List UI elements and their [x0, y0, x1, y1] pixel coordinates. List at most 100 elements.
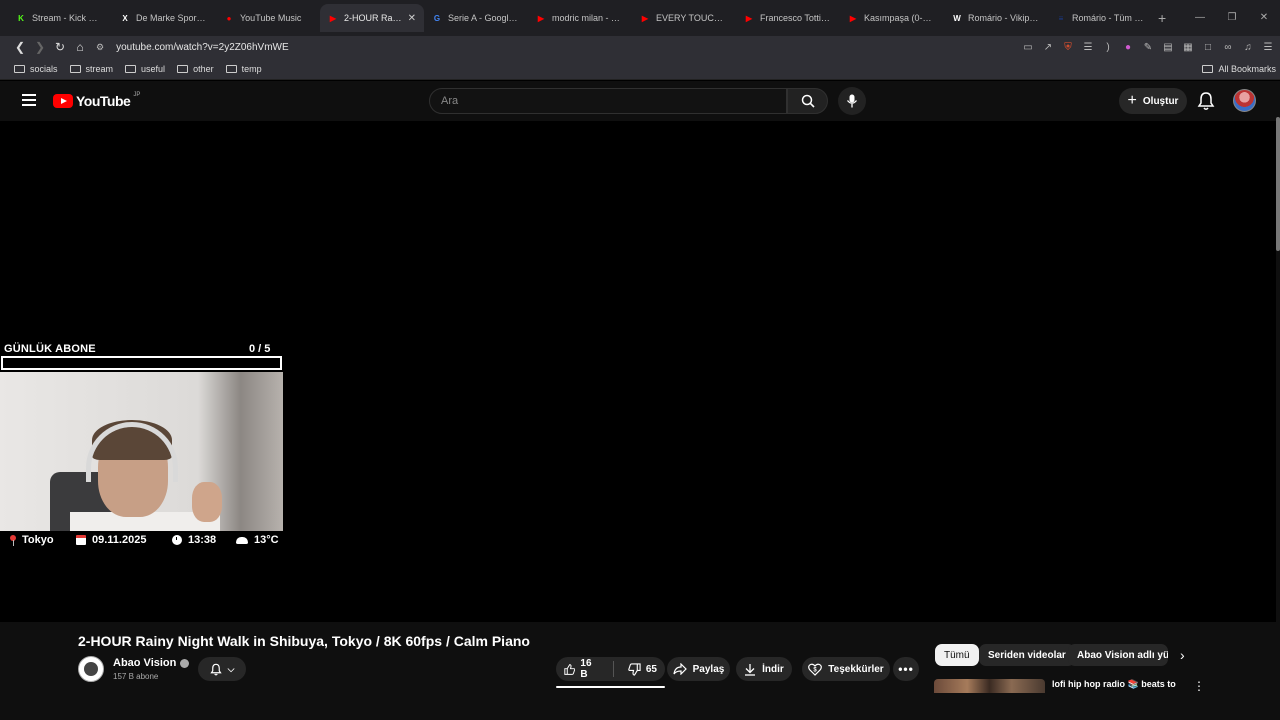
- rewards-icon[interactable]: ●: [1122, 42, 1134, 53]
- browser-tab[interactable]: ▶ 2-HOUR Rainy ✕: [320, 4, 424, 32]
- download-icon: [745, 663, 756, 676]
- browser-tab[interactable]: ▶ modric milan - YouT: [528, 4, 632, 32]
- tab-title: Romário - Vikipedi: [968, 13, 1040, 23]
- folder-icon: [69, 64, 81, 73]
- tab-title: YouTube Music: [240, 13, 302, 23]
- minimize-button[interactable]: —: [1184, 0, 1216, 36]
- recommendation-thumbnail[interactable]: [934, 679, 1045, 693]
- all-bookmarks-button[interactable]: All Bookmarks: [1202, 64, 1276, 74]
- bookmark-folder[interactable]: stream: [69, 64, 113, 74]
- media-icon[interactable]: ♫: [1242, 42, 1254, 53]
- account-avatar[interactable]: [1233, 89, 1256, 112]
- download-button[interactable]: İndir: [736, 657, 792, 681]
- search-button[interactable]: [787, 88, 828, 114]
- chip-channel-uploads[interactable]: Abao Vision adlı yükle: [1068, 644, 1168, 666]
- time-item: 13:38: [172, 534, 236, 546]
- dislike-count: 65: [645, 663, 657, 675]
- reader-icon[interactable]: ☰: [1082, 42, 1094, 53]
- verified-icon: [180, 658, 190, 668]
- bookmark-folder[interactable]: socials: [14, 64, 58, 74]
- url-field[interactable]: youtube.com/watch?v=2y2Z06hVmWE: [116, 42, 289, 53]
- time-text: 13:38: [188, 534, 217, 546]
- daily-subscribers-label: GÜNLÜK ABONE: [4, 343, 96, 355]
- channel-name-link[interactable]: Abao Vision: [113, 657, 190, 669]
- thanks-label: Teşekkürler: [828, 663, 884, 675]
- create-button[interactable]: + Oluştur: [1119, 88, 1187, 114]
- site-icon: ≡: [1058, 13, 1064, 23]
- tab-title: De Marke Sports (@: [136, 13, 208, 23]
- browser-tab[interactable]: K Stream - Kick Dashb: [8, 4, 112, 32]
- forward-icon[interactable]: ❯: [30, 40, 50, 54]
- screenshot-icon[interactable]: □: [1202, 42, 1214, 53]
- bookmark-folder[interactable]: temp: [225, 63, 262, 74]
- browser-tab[interactable]: ● YouTube Music: [216, 4, 320, 32]
- guide-menu-icon[interactable]: [22, 94, 36, 106]
- logo-text: YouTube: [76, 93, 131, 109]
- notifications-icon[interactable]: [1197, 91, 1215, 111]
- close-window-button[interactable]: ✕: [1248, 0, 1280, 36]
- bookmark-folder[interactable]: useful: [125, 64, 165, 74]
- tab-title: Romário - Tüm perf: [1072, 13, 1144, 23]
- extensions-icon[interactable]: ✎: [1142, 42, 1154, 53]
- audio-icon[interactable]: ): [1102, 42, 1114, 53]
- link-icon[interactable]: ∞: [1222, 42, 1234, 53]
- menu-icon[interactable]: ☰: [1262, 42, 1274, 53]
- subscription-bell-button[interactable]: ⌵: [198, 657, 246, 681]
- plus-icon: +: [1127, 92, 1137, 109]
- folder-icon: [125, 64, 137, 73]
- tab-title: modric milan - YouT: [552, 13, 624, 23]
- cast-icon[interactable]: ▭: [1022, 42, 1034, 53]
- location-pin-icon: [10, 534, 16, 546]
- cloud-icon: [236, 536, 248, 544]
- calendar-icon: [76, 535, 86, 545]
- more-horizontal-icon: •••: [898, 662, 914, 676]
- sidebar-icon[interactable]: ▤: [1162, 42, 1174, 53]
- webcam-overlay: [0, 372, 283, 531]
- browser-tab[interactable]: ≡ Romário - Tüm perf: [1048, 4, 1152, 32]
- scrollbar-thumb[interactable]: [1276, 117, 1280, 251]
- more-actions-button[interactable]: •••: [893, 657, 919, 681]
- brave-shield-icon[interactable]: ⛨: [1062, 42, 1074, 53]
- youtube-logo[interactable]: YouTube JP: [53, 92, 140, 109]
- page-scrollbar[interactable]: [1276, 81, 1280, 720]
- chip-all[interactable]: Tümü: [935, 644, 979, 666]
- chevron-right-icon[interactable]: ›: [1180, 647, 1185, 663]
- like-button[interactable]: 16 B: [556, 658, 607, 680]
- tab-title: Stream - Kick Dashb: [32, 13, 104, 23]
- browser-tab[interactable]: W Romário - Vikipedi: [944, 4, 1048, 32]
- browser-tab[interactable]: ▶ Francesco Totti | Se: [736, 4, 840, 32]
- new-tab-button[interactable]: +: [1158, 10, 1166, 26]
- home-icon[interactable]: ⌂: [70, 40, 90, 54]
- restore-button[interactable]: ❐: [1216, 0, 1248, 36]
- channel-avatar[interactable]: [78, 656, 104, 682]
- thanks-button[interactable]: $ Teşekkürler: [802, 657, 890, 681]
- stream-info-row: Tokyo 09.11.2025 13:38 13°C: [10, 534, 279, 546]
- bell-icon: [209, 663, 222, 675]
- site-info-icon[interactable]: ⚙: [96, 42, 104, 53]
- address-bar-row: ❮ ❯ ↻ ⌂ ⚙ youtube.com/watch?v=2y2Z06hVmW…: [0, 36, 1280, 58]
- reload-icon[interactable]: ↻: [50, 40, 70, 54]
- tab-search-icon[interactable]: ▦: [1182, 42, 1194, 53]
- bookmark-folder[interactable]: other: [177, 64, 214, 74]
- share-icon: [673, 663, 687, 675]
- browser-tab[interactable]: ▶ EVERY TOUCH by L: [632, 4, 736, 32]
- bookmark-label: temp: [241, 63, 262, 74]
- chip-series[interactable]: Seriden videolar: [979, 644, 1075, 666]
- share-button[interactable]: Paylaş: [667, 657, 730, 681]
- share-page-icon[interactable]: ↗: [1042, 42, 1054, 53]
- search-input[interactable]: Ara: [429, 88, 787, 114]
- voice-search-button[interactable]: [838, 87, 866, 115]
- browser-tab[interactable]: G Serie A - Google'da: [424, 4, 528, 32]
- close-tab-icon[interactable]: ✕: [408, 13, 416, 24]
- bookmarks-bar: socials stream useful other temp All Bookmar…: [0, 58, 1280, 80]
- more-vertical-icon[interactable]: ⋮: [1193, 679, 1205, 693]
- back-icon[interactable]: ❮: [10, 40, 30, 54]
- dislike-button[interactable]: 65: [620, 662, 665, 676]
- browser-tab[interactable]: ▶ Kasımpaşa (0-2) Gö: [840, 4, 944, 32]
- weather-item: 13°C: [236, 534, 279, 546]
- subscriber-count: 157 B abone: [113, 672, 159, 681]
- youtube-icon: ▶: [849, 13, 857, 23]
- download-label: İndir: [762, 663, 784, 675]
- recommendation-title[interactable]: lofi hip hop radio 📚 beats to: [1052, 679, 1176, 690]
- browser-tab[interactable]: X De Marke Sports (@: [112, 4, 216, 32]
